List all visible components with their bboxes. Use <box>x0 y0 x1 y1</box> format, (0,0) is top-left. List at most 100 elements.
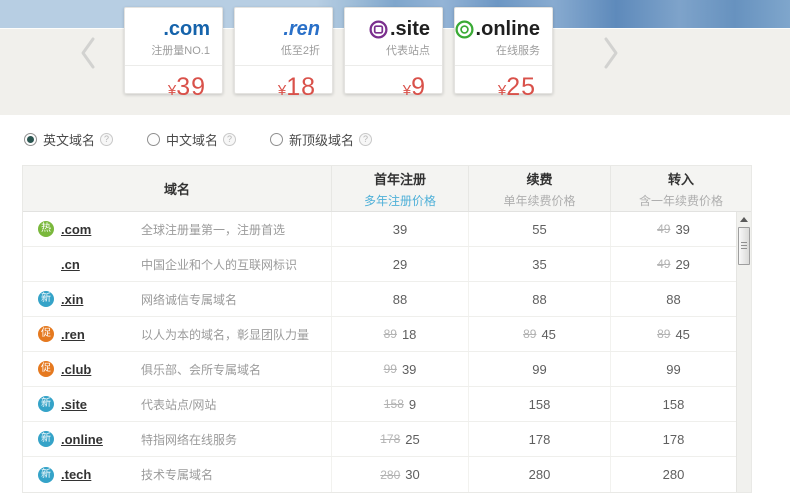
header-transfer: 转入 含一年续费价格 <box>610 166 751 211</box>
currency-symbol: ¥ <box>497 82 507 99</box>
domain-link[interactable]: .xin <box>61 292 83 307</box>
table-row-site: 新 .site 代表站点/网站 158 9 158 158 <box>23 387 751 422</box>
current-price: 158 <box>662 396 685 412</box>
chevron-right-icon <box>604 37 618 69</box>
current-price: 88 <box>392 291 408 307</box>
tld-promo-card-site[interactable]: .site 代表站点 ¥9 <box>344 7 443 101</box>
transfer-price-cell: 89 45 <box>610 317 736 351</box>
header-renew: 续费 单年续费价格 <box>468 166 610 211</box>
old-price: 89 <box>383 327 397 341</box>
filter-radio-chinese-domain[interactable]: 中文域名 ? <box>147 130 237 149</box>
transfer-price-cell: 280 <box>610 457 736 492</box>
current-price: 45 <box>541 326 556 342</box>
table-row-cn: .cn 中国企业和个人的互联网标识 29 35 49 29 <box>23 247 751 282</box>
transfer-price-cell: 158 <box>610 387 736 421</box>
table-row-com: 热 .com 全球注册量第一，注册首选 39 55 49 39 <box>23 212 751 247</box>
domain-description: 技术专属域名 <box>141 468 214 482</box>
renew-price-cell: 35 <box>468 247 610 281</box>
domain-description: 俱乐部、会所专属域名 <box>141 362 262 377</box>
currency-symbol: ¥ <box>167 82 177 99</box>
card-tld-title: .ren <box>235 17 332 41</box>
current-price: 280 <box>662 467 685 482</box>
current-price: 99 <box>666 361 681 377</box>
domain-link[interactable]: .ren <box>61 327 85 342</box>
help-icon[interactable]: ? <box>359 133 373 146</box>
current-price: 158 <box>528 396 551 412</box>
card-tagline: 在线服务 <box>455 42 552 66</box>
header-first-year: 首年注册 多年注册价格 <box>331 166 468 211</box>
table-row-xin: 新 .xin 网络诚信专属域名 88 88 88 <box>23 282 751 317</box>
current-price: 39 <box>675 221 690 237</box>
transfer-price-cell: 88 <box>610 282 736 316</box>
card-tld-title: .online <box>455 17 552 41</box>
price-amount: 9 <box>411 73 426 101</box>
price-amount: 39 <box>176 73 206 101</box>
radio-selected-icon[interactable] <box>24 133 37 146</box>
current-price: 55 <box>532 221 547 237</box>
old-price: 280 <box>380 467 401 482</box>
currency-symbol: ¥ <box>277 82 287 99</box>
filter-radio-new-tld[interactable]: 新顶级域名 ? <box>270 130 373 149</box>
hot-badge-icon: 热 <box>38 221 54 237</box>
filter-radio-english-domain[interactable]: 英文域名 ? <box>24 130 114 149</box>
current-price: 39 <box>401 361 417 377</box>
card-price: ¥39 <box>125 73 222 102</box>
domain-description: 特指网络在线服务 <box>141 432 238 447</box>
new-badge-icon: 新 <box>38 291 54 307</box>
header-label: 转入 <box>667 171 694 187</box>
domain-link[interactable]: .site <box>61 397 87 412</box>
radio-unselected-icon[interactable] <box>147 133 161 146</box>
domain-link[interactable]: .com <box>61 222 91 237</box>
tld-name: .site <box>389 18 430 40</box>
current-price: 45 <box>675 326 690 342</box>
first-year-price-cell: 178 25 <box>331 422 468 456</box>
scrollbar-thumb[interactable] <box>738 227 750 265</box>
radio-label: 新顶级域名 <box>289 133 355 148</box>
new-badge-icon: 新 <box>38 466 54 483</box>
card-tld-title: .com <box>125 17 222 41</box>
current-price: 25 <box>405 431 420 447</box>
renew-price-cell: 158 <box>468 387 610 421</box>
domain-description: 网络诚信专属域名 <box>141 292 238 307</box>
price-amount: 25 <box>506 73 536 101</box>
tld-promo-card-ren[interactable]: .ren 低至2折 ¥18 <box>234 7 333 101</box>
help-icon[interactable]: ? <box>100 133 114 146</box>
old-price: 89 <box>523 327 537 341</box>
renew-price-cell: 280 <box>468 457 610 492</box>
triangle-up-icon <box>740 216 748 222</box>
domain-link[interactable]: .club <box>61 362 91 377</box>
card-price: ¥9 <box>345 73 442 102</box>
current-price: 29 <box>675 256 690 272</box>
current-price: 35 <box>532 256 547 272</box>
radio-unselected-icon[interactable] <box>270 133 284 146</box>
renew-price-cell: 55 <box>468 212 610 246</box>
scroll-up-button[interactable] <box>737 212 751 226</box>
card-price: ¥18 <box>235 73 332 102</box>
current-price: 88 <box>532 291 547 307</box>
current-price: 39 <box>392 221 408 237</box>
first-year-price-cell: 39 <box>331 212 468 246</box>
domain-description: 中国企业和个人的互联网标识 <box>141 257 298 272</box>
old-price: 49 <box>657 257 671 271</box>
tld-promo-card-online[interactable]: .online 在线服务 ¥25 <box>454 7 553 101</box>
first-year-price-cell: 99 39 <box>331 352 468 386</box>
table-scrollbar[interactable] <box>736 212 751 492</box>
renew-price-cell: 178 <box>468 422 610 456</box>
domain-link[interactable]: .cn <box>61 257 80 272</box>
currency-symbol: ¥ <box>402 82 412 99</box>
new-badge-icon: 新 <box>38 431 54 447</box>
tld-promo-card-com[interactable]: .com 注册量NO.1 ¥39 <box>124 7 223 101</box>
domain-description: 代表站点/网站 <box>141 397 217 412</box>
table-row-ren: 促 .ren 以人为本的域名，彰显团队力量 89 18 89 45 89 45 <box>23 317 751 352</box>
multi-year-price-link[interactable]: 多年注册价格 <box>364 192 436 209</box>
carousel-next-button[interactable] <box>599 36 621 70</box>
domain-link[interactable]: .online <box>61 432 103 447</box>
help-icon[interactable]: ? <box>223 133 237 146</box>
online-logo-icon <box>455 19 474 39</box>
price-amount: 18 <box>286 73 316 101</box>
domain-link[interactable]: .tech <box>61 467 91 482</box>
carousel-prev-button[interactable] <box>78 36 100 70</box>
current-price: 9 <box>408 396 417 412</box>
old-price: 158 <box>383 397 404 411</box>
old-price: 178 <box>380 432 401 446</box>
